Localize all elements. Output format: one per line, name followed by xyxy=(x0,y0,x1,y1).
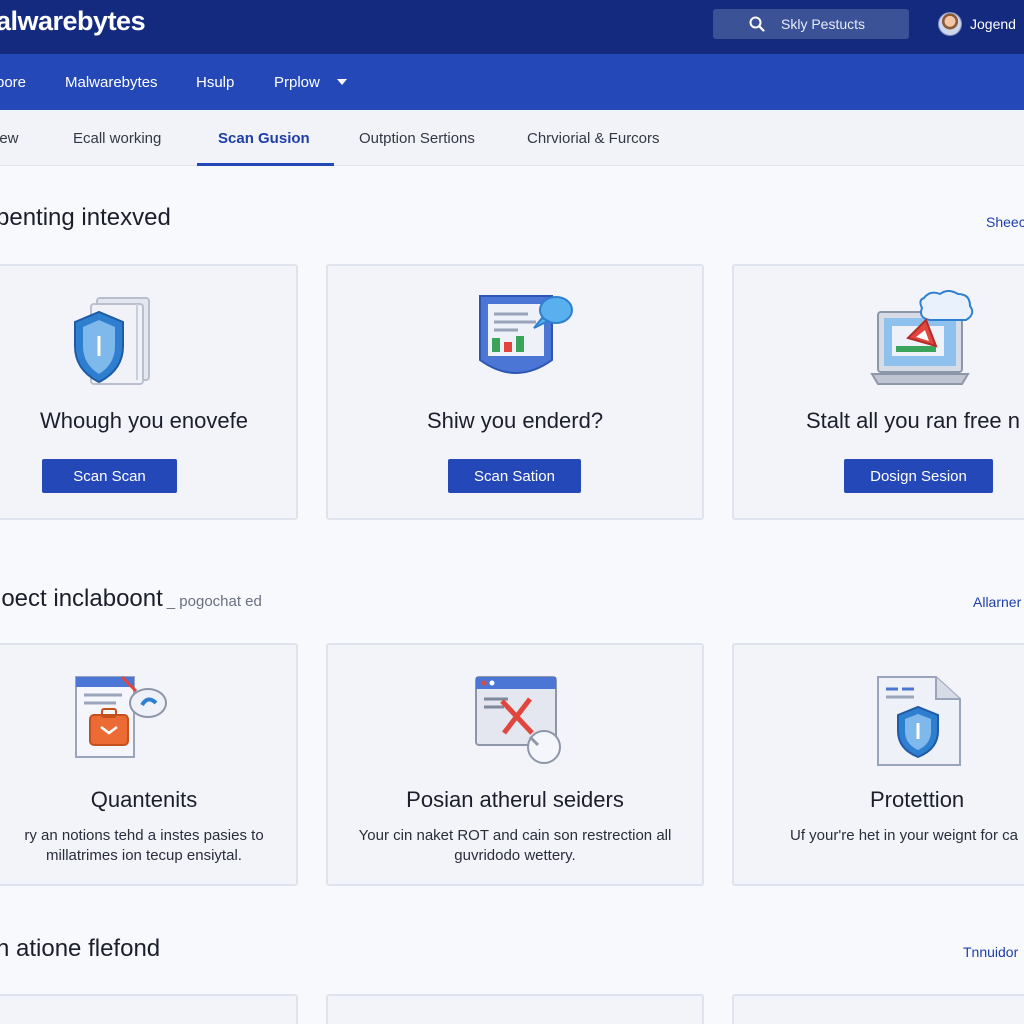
avatar[interactable] xyxy=(938,12,962,36)
feature-card xyxy=(732,994,1024,1024)
active-tab-indicator xyxy=(197,163,334,166)
scan-card: Whough you enovefe Scan Scan xyxy=(0,264,298,520)
feature-card: Quantenits ry an notions tehd a instes p… xyxy=(0,643,298,886)
search-icon xyxy=(749,16,765,32)
nav-item-malwarebytes[interactable]: Malwarebytes xyxy=(65,74,158,91)
browser-tools-icon xyxy=(475,676,561,764)
document-chat-icon xyxy=(479,295,573,374)
user-name[interactable]: Jogend xyxy=(970,16,1016,32)
search-placeholder: Skly Pestucts xyxy=(781,16,866,32)
nav-item-plow[interactable]: Prplow xyxy=(274,74,320,91)
feature-card: Protettion Uf your're het in your weignt… xyxy=(732,643,1024,886)
shield-files-icon xyxy=(74,297,150,385)
section-title: loect inclaboont _ pogochat ed xyxy=(0,585,262,613)
search-box[interactable]: Skly Pestucts xyxy=(713,9,909,39)
nav-item-help[interactable]: Hsulp xyxy=(196,74,234,91)
shield-document-icon xyxy=(877,676,961,766)
top-bar: alwarebytes Skly Pestucts Jogend xyxy=(0,0,1024,54)
tab-chrviorial-furcors[interactable]: Chrviorial & Furcors xyxy=(527,130,660,147)
tab-scan-gusion[interactable]: Scan Gusion xyxy=(218,130,310,147)
feature-card: Posian atherul seiders Your cin naket RO… xyxy=(326,643,704,886)
brand-logo[interactable]: alwarebytes xyxy=(0,6,146,37)
scan-card: Stalt all you ran free n Dosign Sesion xyxy=(732,264,1024,520)
card-description: millatrimes ion tecup ensiytal. xyxy=(46,847,242,864)
scan-button[interactable]: Scan Sation xyxy=(448,459,581,493)
tab-outption-sertions[interactable]: Outption Sertions xyxy=(359,130,475,147)
design-session-button[interactable]: Dosign Sesion xyxy=(844,459,993,493)
feature-card xyxy=(0,994,298,1024)
card-title: Stalt all you ran free n xyxy=(806,408,1021,433)
section-title-text: loect inclaboont xyxy=(0,585,163,612)
tab-ecall-working[interactable]: Ecall working xyxy=(73,130,161,147)
chevron-down-icon[interactable] xyxy=(337,79,347,85)
card-title: Shiw you enderd? xyxy=(426,408,604,433)
card-description: Your cin naket ROT and cain son restrect… xyxy=(358,827,672,844)
card-description: ry an notions tehd a instes pasies to xyxy=(24,827,264,844)
tab-view[interactable]: iew xyxy=(0,130,19,147)
briefcase-document-icon xyxy=(75,675,167,758)
section-title-text: penting intexved xyxy=(0,204,171,231)
scan-card: Shiw you enderd? Scan Sation xyxy=(326,264,704,520)
tab-bar: iew Ecall working Scan Gusion Outption S… xyxy=(0,110,1024,166)
section-link[interactable]: Tnnuidor xyxy=(963,944,1018,960)
section-subtitle: _ pogochat ed xyxy=(166,593,262,610)
section-title: n atione flefond xyxy=(0,935,160,963)
main-nav: bore Malwarebytes Hsulp Prplow xyxy=(0,54,1024,110)
card-title: Protettion xyxy=(870,787,965,812)
scan-button[interactable]: Scan Scan xyxy=(42,459,177,493)
section-link[interactable]: Sheec xyxy=(986,214,1024,230)
section-title-text: n atione flefond xyxy=(0,935,161,962)
card-title: Whough you enovefe xyxy=(40,408,248,433)
card-title: Posian atherul seiders xyxy=(406,787,624,812)
card-title: Quantenits xyxy=(90,787,198,812)
nav-item-home[interactable]: bore xyxy=(0,74,26,91)
card-description: guvridodo wettery. xyxy=(454,847,576,864)
section-link[interactable]: Allarner xyxy=(973,594,1021,610)
feature-card xyxy=(326,994,704,1024)
card-description: Uf your're het in your weignt for ca xyxy=(790,827,1018,844)
laptop-warning-cloud-icon xyxy=(870,290,974,385)
section-title: penting intexved xyxy=(0,204,171,232)
